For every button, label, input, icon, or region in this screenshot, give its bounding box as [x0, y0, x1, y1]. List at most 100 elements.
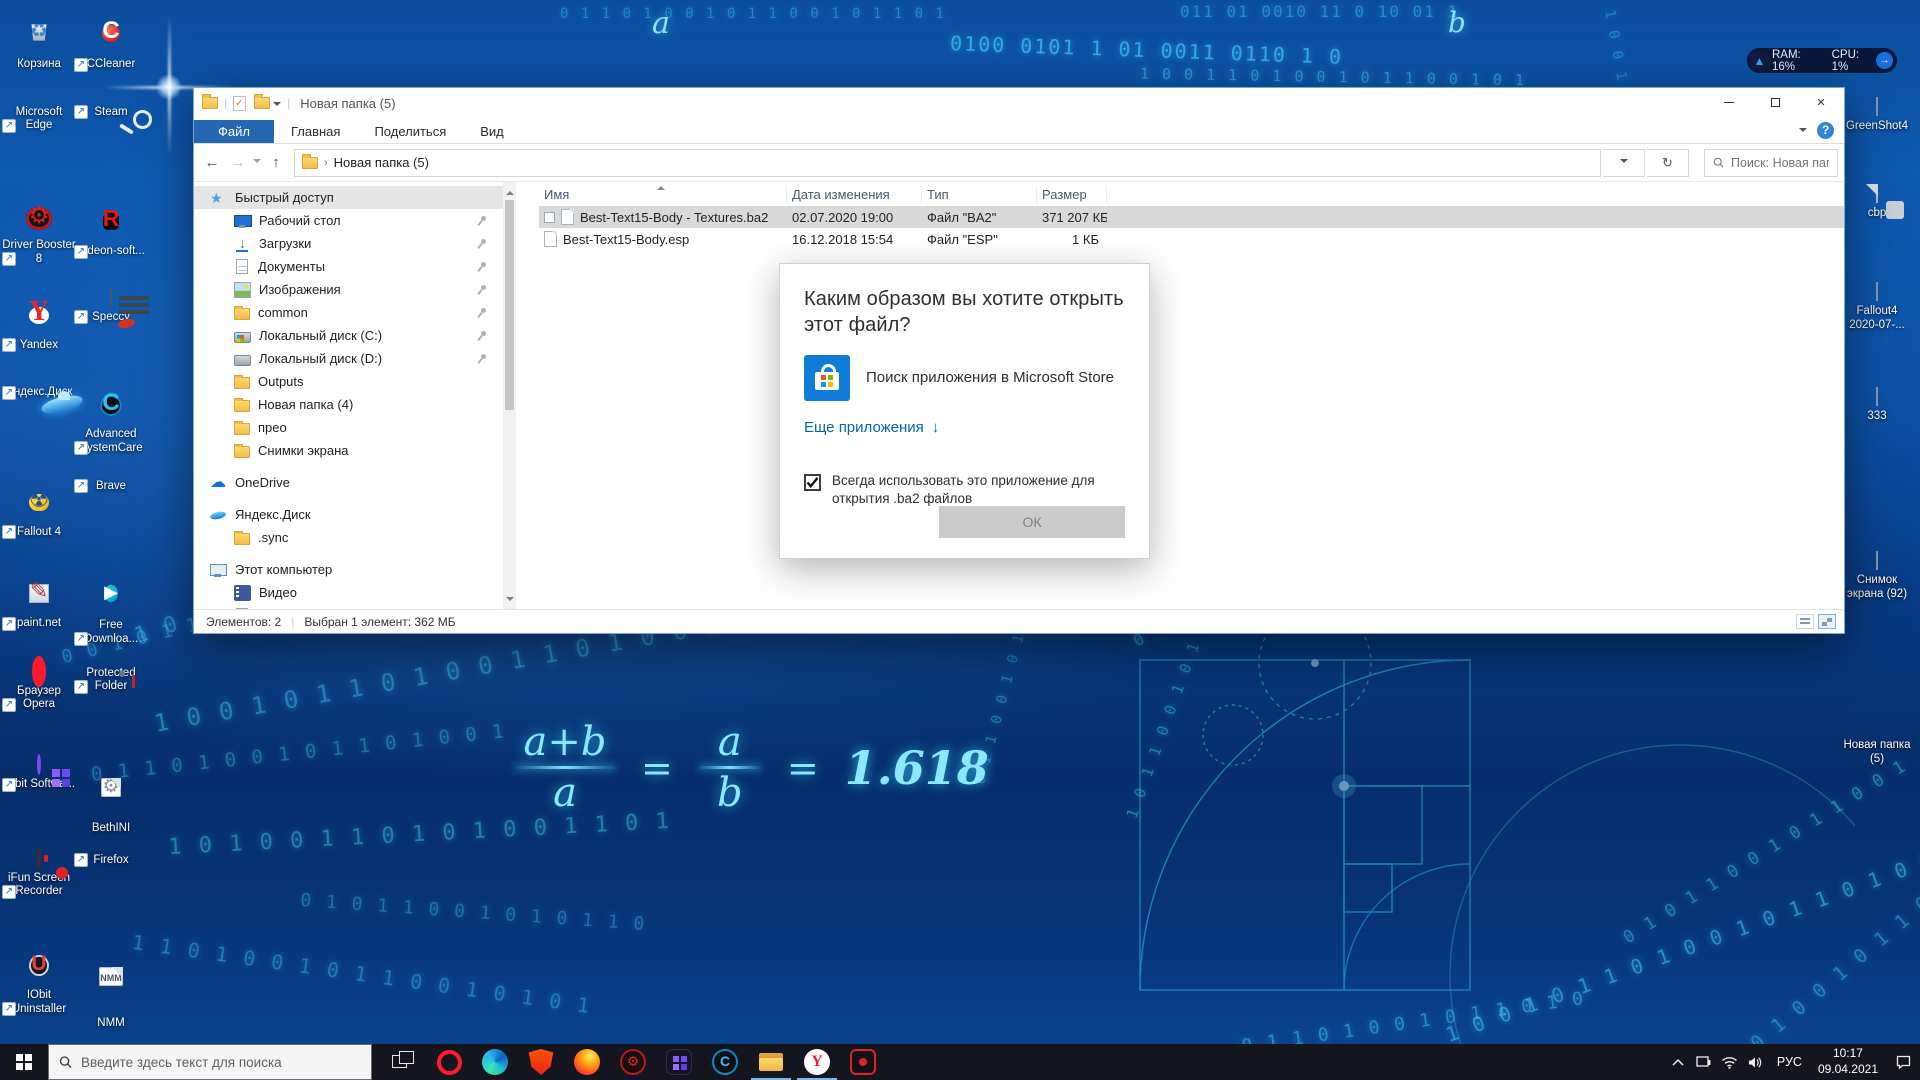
scroll-up-arrow[interactable]	[506, 187, 514, 195]
up-button[interactable]: ↑	[264, 154, 288, 171]
desktop-icon-brave[interactable]: ↗Brave	[74, 476, 148, 494]
desktop-icon-beth[interactable]: BethINI	[74, 756, 148, 836]
column-header-date[interactable]: Дата изменения	[787, 186, 922, 204]
file-row[interactable]: Best-Text15-Body - Textures.ba202.07.202…	[539, 206, 1844, 228]
sidebar-item[interactable]: Outputs	[194, 370, 516, 393]
ok-button[interactable]: ОК	[939, 506, 1125, 538]
ribbon-tab-2[interactable]: Главная	[274, 120, 357, 143]
taskbar-app-ifun-recorder[interactable]	[840, 1044, 886, 1080]
desktop-icon-ya[interactable]: ↗Yandex	[2, 289, 76, 353]
scroll-down-arrow[interactable]	[506, 597, 514, 605]
sidebar-item[interactable]: Яндекс.Диск	[194, 503, 516, 526]
desktop-icon-iobit[interactable]: ↗IObit Softwa...	[2, 756, 76, 792]
desktop-icon-nmm[interactable]: NMM	[74, 943, 148, 1031]
sidebar-item[interactable]: Видео	[194, 581, 516, 604]
wifi-icon[interactable]	[1717, 1044, 1743, 1080]
explorer-search-input[interactable]	[1731, 156, 1829, 170]
taskbar-app-file-explorer[interactable]	[748, 1044, 794, 1080]
desktop-icon-folderopen[interactable]: Новая папка(5)	[1812, 735, 1920, 766]
desktop-icon-ff[interactable]: ↗Firefox	[74, 850, 148, 868]
close-button[interactable]: ×	[1798, 88, 1844, 117]
ribbon-expand-caret[interactable]	[1799, 128, 1807, 136]
quick-access-customize-caret[interactable]	[273, 102, 281, 110]
desktop-icon-asc[interactable]: ↗Advanced SystemCare	[74, 382, 148, 455]
sidebar-item[interactable]: OneDrive	[194, 471, 516, 494]
scrollbar-thumb[interactable]	[505, 200, 514, 410]
always-use-checkbox[interactable]	[804, 474, 821, 491]
action-center-icon[interactable]	[1886, 1044, 1920, 1080]
desktop-icon-pn[interactable]: ↗paint.net	[2, 569, 76, 631]
taskbar-app-yandex-browser[interactable]	[794, 1044, 840, 1080]
address-history-button[interactable]	[1603, 149, 1645, 177]
taskbar-search-input[interactable]	[81, 1055, 361, 1070]
system-monitor-widget[interactable]: ▲ RAM: 16% CPU: 1% →	[1747, 48, 1897, 73]
language-indicator[interactable]: РУС	[1769, 1055, 1810, 1069]
quick-access-folder-icon[interactable]	[254, 97, 270, 109]
sidebar-item[interactable]: Новая папка (4)	[194, 393, 516, 416]
taskbar-app-opera[interactable]	[426, 1044, 472, 1080]
column-header-size[interactable]: Размер	[1037, 186, 1107, 204]
details-view-button[interactable]	[1796, 614, 1814, 629]
sidebar-item[interactable]: Локальный диск (C:)	[194, 324, 516, 347]
item-checkbox[interactable]	[544, 212, 555, 223]
taskbar-app-task-view[interactable]	[380, 1044, 426, 1080]
sidebar-item[interactable]: Загрузки	[194, 232, 516, 255]
sidebar-item[interactable]: Рабочий стол	[194, 209, 516, 232]
column-header-type[interactable]: Тип	[922, 186, 1037, 204]
sidebar-scrollbar[interactable]	[503, 182, 516, 610]
more-apps-link[interactable]: Еще приложения ↓	[804, 419, 1125, 436]
desktop-icon-opera[interactable]: ↗Браузер Opera	[2, 663, 76, 712]
quick-access-properties-icon[interactable]	[233, 96, 246, 111]
ribbon-tab-1[interactable]: Файл	[194, 120, 274, 143]
sidebar-item[interactable]: Быстрый доступ	[194, 186, 516, 209]
desktop-icon-speccy[interactable]: ↗Speccy	[74, 289, 148, 325]
title-bar[interactable]: | | Новая папка (5) ×	[194, 88, 1844, 118]
sidebar-item[interactable]: .sync	[194, 526, 516, 549]
desktop-icon-ifun[interactable]: ↗iFun Screen Recorder	[2, 850, 76, 899]
clock[interactable]: 10:17 09.04.2021	[1810, 1046, 1886, 1077]
sidebar-item[interactable]: Снимки экрана	[194, 439, 516, 462]
taskbar-app-brave[interactable]	[518, 1044, 564, 1080]
widget-expand-button[interactable]: →	[1876, 52, 1893, 69]
taskbar-search-box[interactable]	[48, 1044, 372, 1080]
desktop-icon-bin[interactable]: Корзина	[2, 8, 76, 72]
maximize-button[interactable]	[1752, 88, 1798, 117]
start-button[interactable]	[0, 1044, 48, 1080]
volume-icon[interactable]	[1743, 1044, 1769, 1080]
breadcrumb[interactable]: Новая папка (5)	[334, 155, 429, 170]
sidebar-item[interactable]: Документы	[194, 255, 516, 278]
back-button[interactable]: ←	[200, 154, 224, 171]
help-icon[interactable]: ?	[1817, 122, 1834, 139]
desktop-icon-iu[interactable]: ↗IObit Uninstaller	[2, 943, 76, 1016]
tray-expand-chevron-icon[interactable]	[1665, 1044, 1691, 1080]
desktop-icon-radeon[interactable]: ↗radeon-soft...	[74, 195, 148, 259]
sidebar-item[interactable]: Этот компьютер	[194, 558, 516, 581]
address-bar[interactable]: › Новая папка (5)	[294, 149, 1601, 177]
taskbar-app-advanced-systemcare[interactable]	[702, 1044, 748, 1080]
store-option-row[interactable]: Поиск приложения в Microsoft Store	[804, 355, 1125, 401]
refresh-button[interactable]: ↻	[1647, 149, 1689, 177]
sidebar-item[interactable]: common	[194, 301, 516, 324]
usb-device-icon[interactable]	[1691, 1044, 1717, 1080]
sidebar-item[interactable]: прео	[194, 416, 516, 439]
ribbon-tab-4[interactable]: Вид	[463, 120, 521, 143]
desktop-icon-edge[interactable]: ↗Microsoft Edge	[2, 102, 76, 133]
desktop-icon-f4[interactable]: ↗Fallout 4	[2, 476, 76, 540]
file-row[interactable]: Best-Text15-Body.esp16.12.2018 15:54Файл…	[539, 228, 1844, 250]
desktop-icon-cc[interactable]: ↗CCleaner	[74, 8, 148, 72]
taskbar-app-firefox[interactable]	[564, 1044, 610, 1080]
taskbar-app-edge[interactable]	[472, 1044, 518, 1080]
desktop-icon-yd[interactable]: ↗Яндекс.Диск	[2, 382, 76, 400]
forward-button[interactable]: →	[226, 154, 250, 171]
thumbnails-view-button[interactable]	[1818, 614, 1836, 629]
explorer-search-box[interactable]	[1704, 149, 1838, 177]
sidebar-item[interactable]: Локальный диск (D:)	[194, 347, 516, 370]
ribbon-tab-3[interactable]: Поделиться	[357, 120, 463, 143]
minimize-button[interactable]	[1706, 88, 1752, 117]
sidebar-item[interactable]: Изображения	[194, 278, 516, 301]
desktop-icon-fdm[interactable]: ↗Free Downloa...	[74, 569, 148, 646]
desktop-icon-steam[interactable]: ↗Steam	[74, 102, 148, 120]
taskbar-app-driver-booster[interactable]	[610, 1044, 656, 1080]
desktop-icon-db[interactable]: ↗Driver Booster 8	[2, 195, 76, 266]
recent-locations-caret[interactable]	[253, 159, 261, 167]
